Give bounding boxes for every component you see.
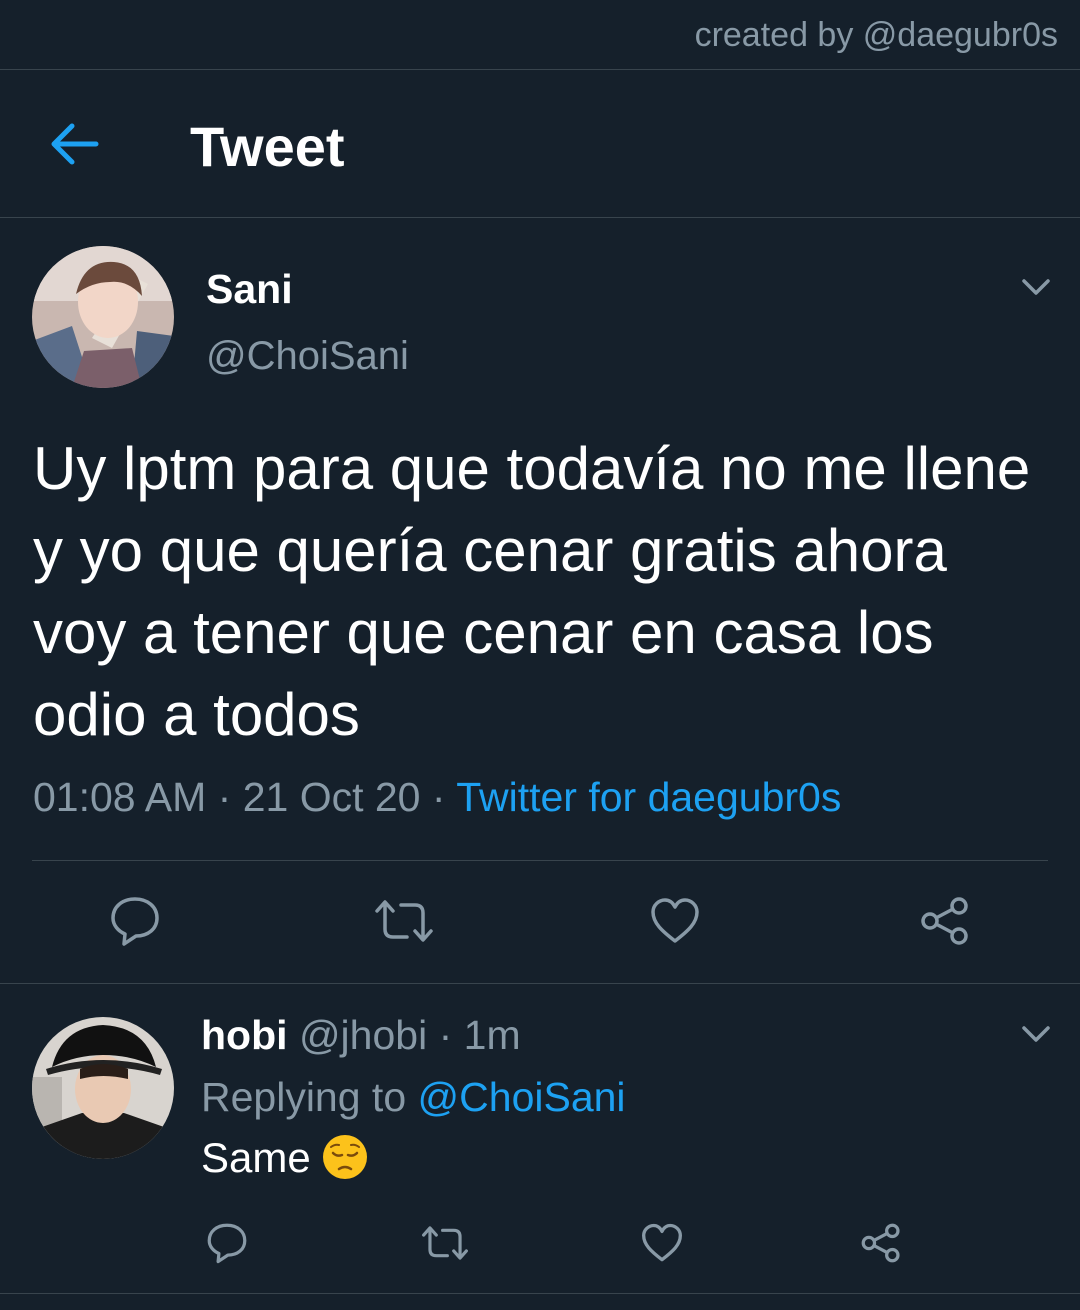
- share-icon[interactable]: [919, 895, 971, 947]
- arrow-left-icon[interactable]: [48, 122, 100, 166]
- separator: ·: [217, 774, 232, 820]
- separator: ·: [431, 774, 446, 820]
- reply-content: Same: [201, 1134, 369, 1182]
- separator: ·: [438, 1012, 453, 1058]
- mention-link[interactable]: @ChoiSani: [418, 1074, 626, 1120]
- author-handle[interactable]: @ChoiSani: [206, 334, 409, 379]
- reply-icon[interactable]: [206, 1222, 248, 1264]
- header: Tweet: [0, 70, 1080, 218]
- pensive-face-icon: [322, 1134, 367, 1179]
- author-name[interactable]: Sani: [206, 266, 293, 313]
- like-icon[interactable]: [650, 897, 700, 945]
- chevron-down-icon[interactable]: [1021, 277, 1051, 297]
- reply-author-name[interactable]: hobi: [201, 1012, 288, 1058]
- reply-icon[interactable]: [110, 895, 160, 947]
- tweet-text: Uy lptm para que todavía no me llene y y…: [33, 435, 1031, 748]
- share-icon[interactable]: [860, 1222, 902, 1264]
- tweet-meta: 01:08 AM · 21 Oct 20 · Twitter for daegu…: [33, 774, 841, 821]
- watermark-bar: created by @daegubr0s: [0, 0, 1080, 70]
- reply-age: 1m: [463, 1012, 521, 1058]
- replying-to: Replying to @ChoiSani: [201, 1074, 626, 1121]
- retweet-icon[interactable]: [373, 897, 435, 945]
- watermark: created by @daegubr0s: [694, 16, 1058, 54]
- avatar[interactable]: [32, 246, 174, 388]
- avatar[interactable]: [32, 1017, 174, 1159]
- chevron-down-icon[interactable]: [1021, 1024, 1051, 1044]
- retweet-icon[interactable]: [420, 1224, 470, 1262]
- divider: [32, 860, 1048, 861]
- tweet-date: 21 Oct 20: [242, 774, 421, 820]
- tweet-time: 01:08 AM: [33, 774, 207, 820]
- reply-author-handle[interactable]: @jhobi: [299, 1012, 427, 1058]
- page-title: Tweet: [190, 115, 345, 178]
- replying-label: Replying to: [201, 1074, 407, 1120]
- divider: [0, 983, 1080, 984]
- like-icon[interactable]: [641, 1223, 683, 1263]
- divider: [0, 1293, 1080, 1294]
- tweet-client-link[interactable]: Twitter for daegubr0s: [456, 774, 841, 820]
- reply-header: hobi @jhobi · 1m: [201, 1012, 521, 1059]
- reply-text: Same: [201, 1134, 311, 1181]
